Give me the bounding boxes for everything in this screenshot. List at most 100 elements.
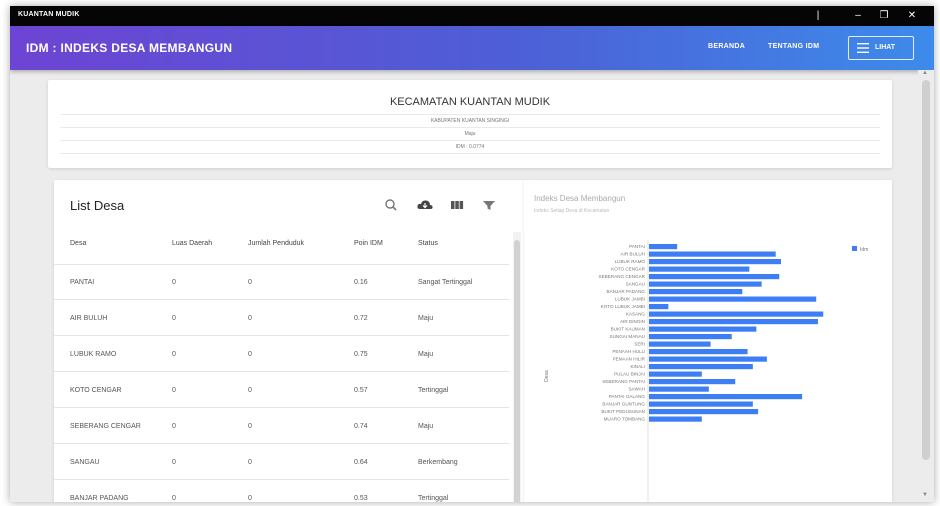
cell-poin-idm: 0.72 <box>354 315 368 322</box>
chart-category-label: KINALI <box>630 364 645 369</box>
cell-poin-idm: 0.75 <box>354 351 368 358</box>
chart-bar[interactable] <box>649 386 709 392</box>
menu-button-label: LIHAT <box>875 44 896 51</box>
cell-desa: AIR BULUH <box>70 315 108 322</box>
cell-jumlah-penduduk: 0 <box>248 423 252 430</box>
chart-bar[interactable] <box>649 401 753 407</box>
chart-bar[interactable] <box>649 334 732 340</box>
close-icon[interactable]: ✕ <box>900 8 924 24</box>
chart-bar[interactable] <box>649 304 669 310</box>
window-titlebar: KUANTAN MUDIK | – ❐ ✕ <box>10 6 934 26</box>
cell-jumlah-penduduk: 0 <box>248 315 252 322</box>
menu-icon <box>857 43 869 53</box>
cell-status: Tertinggal <box>418 387 449 394</box>
chart-category-label: KOTO LUBUK JAMBI <box>601 304 645 309</box>
column-header-luas-daerah[interactable]: Luas Daerah <box>172 240 212 247</box>
chart-bar[interactable] <box>649 296 817 302</box>
chart-bar[interactable] <box>649 409 759 415</box>
chart-bar[interactable] <box>649 364 753 370</box>
chart-bar[interactable] <box>649 244 678 250</box>
chart-bar[interactable] <box>649 326 757 332</box>
table-row[interactable]: BANJAR PADANG 0 0 0.53 Tertinggal <box>54 480 509 502</box>
chart-bar[interactable] <box>649 341 711 347</box>
chart-bar[interactable] <box>649 349 748 355</box>
scroll-down-icon[interactable]: ▼ <box>922 492 928 498</box>
chart-bar[interactable] <box>649 394 803 400</box>
cloud-download-icon[interactable] <box>416 196 434 214</box>
chart-bar[interactable] <box>649 274 780 280</box>
kecamatan-name: KECAMATAN KUANTAN MUDIK <box>389 96 551 108</box>
list-desa-card: List Desa Desa Luas Daerah Jumlah Pendud… <box>54 180 526 502</box>
page-scrollbar[interactable]: ▲ ▼ <box>918 70 934 502</box>
cell-status: Sangat Tertinggal <box>418 279 473 286</box>
chart-category-label: LUBUK JAMBI <box>615 297 645 302</box>
table-row[interactable]: SANGAU 0 0 0.64 Berkembang <box>54 444 509 480</box>
page-scrollbar-thumb[interactable] <box>922 80 930 460</box>
chart-bar[interactable] <box>649 289 743 295</box>
app-title: IDM : INDEKS DESA MEMBANGUN <box>26 41 233 55</box>
chart-category-label: BANJAR GUNTUNG <box>602 402 645 407</box>
chart-category-label: BUKIT PEDUSUNAN <box>601 409 645 414</box>
chart-bar[interactable] <box>649 311 824 317</box>
list-scrollbar-thumb[interactable] <box>514 240 520 502</box>
table-row[interactable]: LUBUK RAMO 0 0 0.75 Maju <box>54 336 509 372</box>
table-row[interactable]: SEBERANG CENGAR 0 0 0.74 Maju <box>54 408 509 444</box>
column-header-status[interactable]: Status <box>418 240 438 247</box>
kabupaten-name: KABUPATEN KUANTAN SINGINGI <box>430 118 510 124</box>
chart-bar[interactable] <box>649 379 736 385</box>
chart-bar[interactable] <box>649 371 702 377</box>
app-bar: IDM : INDEKS DESA MEMBANGUN BERANDA TENT… <box>10 26 934 70</box>
cell-jumlah-penduduk: 0 <box>248 279 252 286</box>
window-title: KUANTAN MUDIK <box>18 11 80 18</box>
kecamatan-idm: IDM : 0.0774 <box>455 144 485 150</box>
idm-bar-chart: Desa PANTAI AIR BULUH LUBUK RAMO KOTO CENGAR… <box>544 240 868 502</box>
cell-status: Maju <box>418 423 434 430</box>
legend-swatch <box>852 246 857 251</box>
cell-desa: PANTAI <box>70 279 95 286</box>
chart-bar[interactable] <box>649 319 818 325</box>
chart-category-label: PANTAI <box>629 244 645 249</box>
cell-luas-daerah: 0 <box>172 315 176 322</box>
cell-luas-daerah: 0 <box>172 495 176 502</box>
chart-bar[interactable] <box>649 416 702 422</box>
nav-tentang-idm[interactable]: TENTANG IDM <box>768 43 819 50</box>
chart-bar[interactable] <box>649 266 750 272</box>
cell-jumlah-penduduk: 0 <box>248 495 252 502</box>
chart-category-label: KASANG <box>626 312 646 317</box>
chart-category-label: SEBERANG CENGAR <box>599 274 646 279</box>
cell-luas-daerah: 0 <box>172 351 176 358</box>
table-row[interactable]: AIR BULUH 0 0 0.72 Maju <box>54 300 509 336</box>
scroll-up-icon[interactable]: ▲ <box>922 70 928 76</box>
cell-desa: SEBERANG CENGAR <box>70 423 141 430</box>
cell-poin-idm: 0.16 <box>354 279 368 286</box>
column-header-jumlah-penduduk[interactable]: Jumlah Penduduk <box>248 240 304 247</box>
chart-category-label: BANJAR PADANG <box>607 289 646 294</box>
chart-y-axis-label: Desa <box>544 370 550 382</box>
chart-category-label: BUKIT KAUMAN <box>611 327 645 332</box>
chart-bar[interactable] <box>649 281 762 287</box>
cell-poin-idm: 0.64 <box>354 459 368 466</box>
chart-category-label: SEBERANG PANTAI <box>602 379 645 384</box>
menu-button[interactable]: LIHAT <box>848 36 914 60</box>
table-row[interactable]: PANTAI 0 0 0.16 Sangat Tertinggal <box>54 264 509 300</box>
maximize-icon[interactable]: ❐ <box>872 8 896 24</box>
chart-bar[interactable] <box>649 251 776 257</box>
cell-desa: KOTO CENGAR <box>70 387 122 394</box>
column-header-desa[interactable]: Desa <box>70 240 86 247</box>
chart-category-label: KOTO CENGAR <box>611 267 646 272</box>
chart-bar[interactable] <box>649 259 781 265</box>
view-column-icon[interactable] <box>448 196 466 214</box>
chart-category-label: PEMAAN HILIR <box>613 357 646 362</box>
chart-bar[interactable] <box>649 356 767 362</box>
search-icon[interactable] <box>382 196 400 214</box>
chart-category-label: PULAU BINJAI <box>614 372 645 377</box>
chart-category-label: AIR DINGIN <box>620 319 645 324</box>
column-header-poin-idm[interactable]: Poin IDM <box>354 240 383 247</box>
filter-icon[interactable] <box>480 196 498 214</box>
nav-beranda[interactable]: BERANDA <box>708 43 745 50</box>
chart-category-label: PENAAH HULU <box>612 349 645 354</box>
cell-jumlah-penduduk: 0 <box>248 351 252 358</box>
minimize-icon[interactable]: – <box>846 8 870 24</box>
table-row[interactable]: KOTO CENGAR 0 0 0.57 Tertinggal <box>54 372 509 408</box>
chart-category-label: SUNGAI MANAU <box>610 334 645 339</box>
